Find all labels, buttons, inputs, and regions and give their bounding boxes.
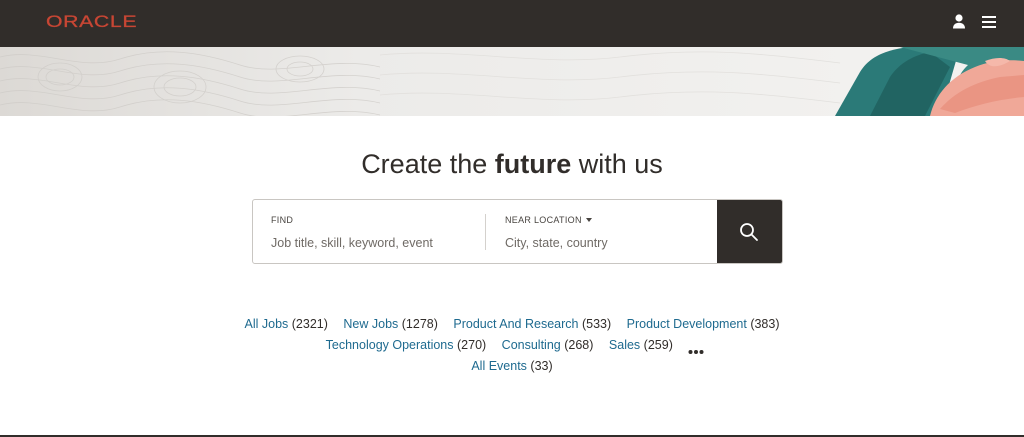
job-search-box: FIND NEAR LOCATION <box>252 199 783 264</box>
user-icon <box>953 14 965 29</box>
oracle-logo[interactable]: ORACLE <box>46 12 137 32</box>
category-link[interactable]: All Jobs <box>245 317 289 331</box>
category-technology-operations: Technology Operations (270) <box>326 335 487 356</box>
category-link[interactable]: Product And Research <box>453 317 578 331</box>
category-link[interactable]: Consulting <box>502 338 561 352</box>
category-row-1: All Jobs (2321) New Jobs (1278) Product … <box>0 314 1024 335</box>
category-product-development: Product Development (383) <box>627 314 780 335</box>
category-count: (270) <box>457 338 487 352</box>
category-count: (268) <box>564 338 594 352</box>
job-categories: All Jobs (2321) New Jobs (1278) Product … <box>0 314 1024 377</box>
category-link[interactable]: Product Development <box>627 317 747 331</box>
category-count: (533) <box>581 317 612 331</box>
decorative-banner <box>0 47 1024 116</box>
category-link[interactable]: Sales <box>609 338 640 352</box>
hamburger-menu-icon <box>982 16 996 28</box>
category-link[interactable]: New Jobs <box>343 317 398 331</box>
search-button[interactable] <box>717 200 782 263</box>
category-count: (383) <box>750 317 780 331</box>
category-consulting: Consulting (268) <box>502 335 594 356</box>
category-all-jobs: All Jobs (2321) <box>245 314 328 335</box>
hamburger-menu-button[interactable] <box>980 13 999 30</box>
category-count: (1278) <box>401 317 438 331</box>
category-count: (33) <box>530 359 553 373</box>
hero-title: Create the future with us <box>0 146 1024 182</box>
hero-title-part2: with us <box>571 149 663 179</box>
banner-artwork <box>0 47 1024 116</box>
category-row-3: All Events (33) <box>0 356 1024 377</box>
location-field[interactable]: NEAR LOCATION <box>486 200 719 263</box>
category-product-and-research: Product And Research (533) <box>453 314 611 335</box>
category-row-2: Technology Operations (270) Consulting (… <box>0 335 1024 356</box>
category-link[interactable]: All Events <box>471 359 527 373</box>
category-new-jobs: New Jobs (1278) <box>343 314 438 335</box>
hero-title-bold: future <box>494 149 572 179</box>
user-account-button[interactable] <box>951 13 967 31</box>
find-label: FIND <box>271 215 294 225</box>
category-count: (259) <box>643 338 673 352</box>
hero-title-part1: Create the <box>361 149 495 179</box>
find-field[interactable]: FIND <box>253 200 486 263</box>
category-count: (2321) <box>291 317 328 331</box>
search-icon <box>740 223 758 241</box>
category-sales: Sales (259) <box>609 335 673 356</box>
find-input[interactable] <box>271 236 471 250</box>
top-navigation-bar: ORACLE <box>0 0 1024 47</box>
more-categories-button[interactable] <box>688 341 704 354</box>
location-input[interactable] <box>505 236 705 250</box>
category-link[interactable]: Technology Operations <box>326 338 454 352</box>
location-label[interactable]: NEAR LOCATION <box>505 215 592 225</box>
more-dots-icon <box>688 349 704 354</box>
location-label-text: NEAR LOCATION <box>505 215 582 225</box>
category-all-events: All Events (33) <box>471 356 552 377</box>
logo-text: ORACLE <box>46 12 138 31</box>
caret-down-icon <box>585 217 592 222</box>
